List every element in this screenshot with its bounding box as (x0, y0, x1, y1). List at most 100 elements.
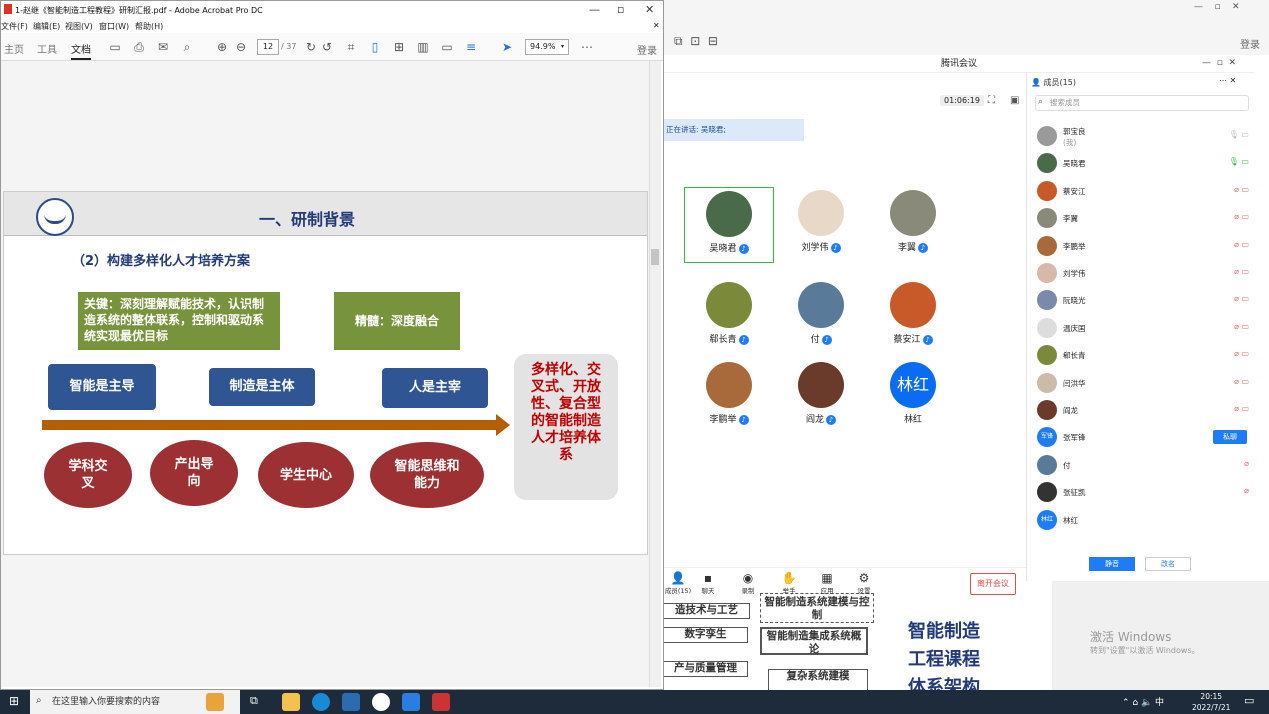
muted-mic-icon[interactable]: ⌀ ▭ (1234, 267, 1249, 276)
menu-help[interactable]: 帮助(H) (135, 21, 163, 32)
private-chat-button[interactable]: 私聊 (1213, 430, 1247, 445)
participant-tile[interactable]: 吴晓君 ♪ (684, 187, 774, 263)
two-page-icon[interactable]: ▥ (415, 39, 431, 55)
participant-tile[interactable]: 阎龙 ♪ (776, 359, 866, 435)
bg-window-controls[interactable]: — ▫ ✕ (1194, 2, 1240, 12)
record-button[interactable]: ◉ 录制 (734, 571, 762, 595)
member-row[interactable]: 付 ⌀ (1037, 454, 1253, 476)
menu-view[interactable]: 视图(V) (65, 21, 93, 32)
member-row[interactable]: 郭宝良 (我) 🎙 ▭ (1037, 125, 1253, 147)
meeting-window-controls[interactable]: — ▫ ✕ (1202, 58, 1236, 68)
member-row[interactable]: 阮晓光 ⌀ ▭ (1037, 289, 1253, 311)
meeting-app-icon[interactable] (402, 693, 420, 711)
mail-icon[interactable]: ✉ (155, 39, 171, 55)
close-doc-icon[interactable]: ✕ (653, 21, 660, 30)
member-row[interactable]: 吴晓君 🎙 ▭ (1037, 152, 1253, 174)
notification-icon[interactable]: ▭ (1244, 694, 1254, 707)
chat-button[interactable]: ▪ 聊天 (694, 571, 722, 595)
member-row[interactable]: 郗长青 ⌀ ▭ (1037, 344, 1253, 366)
participant-tile[interactable]: 蔡安江 ♪ (868, 279, 958, 355)
leave-meeting-button[interactable]: 离开会议 (970, 573, 1016, 595)
clock[interactable]: 20:15 2022/7/21 (1192, 691, 1230, 713)
more-icon[interactable]: ⋯ (579, 39, 595, 55)
maximize-button[interactable]: ▫ (617, 3, 624, 16)
page-number-input[interactable]: 12 (257, 39, 279, 55)
bg-toolbar-icons[interactable]: ⧉ ⊡ ⊟ (674, 34, 718, 49)
settings-button[interactable]: ⚙ 设置 (850, 571, 878, 595)
scrollbar-thumb[interactable] (651, 249, 659, 265)
rename-button[interactable]: 改名 (1145, 557, 1191, 571)
members-button[interactable]: 👤 成员(15) (664, 571, 692, 595)
save-icon[interactable]: ▭ (107, 39, 123, 55)
vertical-scrollbar[interactable] (649, 61, 661, 687)
acrobat-app-icon[interactable] (432, 693, 450, 711)
member-row[interactable]: 温庆国 ⌀ ▭ (1037, 317, 1253, 339)
member-search-input[interactable]: 搜索成员 (1035, 95, 1249, 111)
member-row[interactable]: 李鹏举 ⌀ ▭ (1037, 235, 1253, 257)
tab-tools[interactable]: 工具 (37, 41, 57, 56)
muted-mic-icon[interactable]: ⌀ (1244, 459, 1249, 468)
organize-icon[interactable]: ⊞ (391, 39, 407, 55)
apps-button[interactable]: ▦ 应用 (813, 571, 841, 595)
member-row[interactable]: 闫洪华 ⌀ ▭ (1037, 372, 1253, 394)
muted-mic-icon[interactable]: ⌀ ▭ (1234, 185, 1249, 194)
login-link[interactable]: 登录 (637, 42, 657, 57)
members-panel-controls[interactable]: ⋯ ✕ (1219, 76, 1236, 85)
member-row[interactable]: 李翼 ⌀ ▭ (1037, 207, 1253, 229)
muted-mic-icon[interactable]: ⌀ ▭ (1234, 377, 1249, 386)
participant-tile[interactable]: 李翼 ♪ (868, 187, 958, 263)
rotate-cw-icon[interactable]: ↻ (303, 39, 319, 55)
fullscreen-icon[interactable]: ⛶ (988, 95, 995, 106)
print-icon[interactable]: ⎙ (131, 39, 147, 55)
chrome-icon[interactable] (372, 693, 390, 711)
muted-mic-icon[interactable]: ⌀ ▭ (1234, 240, 1249, 249)
minimize-button[interactable]: — (589, 3, 600, 16)
menu-edit[interactable]: 编辑(E) (33, 21, 60, 32)
edge-icon[interactable] (312, 693, 330, 711)
bg-login-link[interactable]: 登录 (1240, 36, 1260, 51)
crop-icon[interactable]: ⌗ (343, 39, 359, 55)
weather-icon[interactable] (206, 693, 224, 711)
task-view-icon[interactable]: ⧉ (250, 694, 258, 708)
chevron-down-icon[interactable]: ▾ (561, 43, 564, 50)
pointer-icon[interactable]: ➤ (499, 39, 515, 55)
menu-window[interactable]: 窗口(W) (99, 21, 129, 32)
search-icon[interactable]: ⌕ (179, 39, 195, 55)
member-row[interactable]: 张征凯 ⌀ (1037, 481, 1253, 503)
prev-page-icon[interactable]: ⊕ (214, 39, 230, 55)
file-explorer-icon[interactable] (282, 693, 300, 711)
raise-hand-button[interactable]: ✋ 举手 (775, 571, 803, 595)
menu-file[interactable]: 文件(F) (1, 21, 28, 32)
participant-tile[interactable]: 付 ♪ (776, 279, 866, 355)
present-icon[interactable]: ▭ (439, 39, 455, 55)
app-icon[interactable] (342, 693, 360, 711)
windows-start-icon[interactable]: ⊞ (9, 694, 19, 708)
muted-mic-icon[interactable]: ⌀ ▭ (1234, 212, 1249, 221)
participant-tile[interactable]: 郗长青 ♪ (684, 279, 774, 355)
member-row[interactable]: 阎龙 ⌀ ▭ (1037, 399, 1253, 421)
system-tray[interactable]: ⌃ ⌂ 🔈 中 (1122, 695, 1164, 708)
muted-mic-icon[interactable]: ⌀ ▭ (1234, 294, 1249, 303)
member-row[interactable]: 林红 林红 (1037, 509, 1253, 531)
member-row[interactable]: 军锋 张军锋 私聊 (1037, 426, 1253, 448)
layout-icon[interactable]: ▣ (1010, 95, 1019, 106)
next-page-icon[interactable]: ⊖ (233, 39, 249, 55)
muted-mic-icon[interactable]: ⌀ ▭ (1234, 322, 1249, 331)
tab-document[interactable]: 文档 (71, 41, 91, 60)
muted-mic-icon[interactable]: ⌀ ▭ (1234, 404, 1249, 413)
participant-tile[interactable]: 刘学伟 ♪ (776, 187, 866, 263)
tab-home[interactable]: 主页 (4, 41, 24, 56)
participant-tile[interactable]: 林红 林红 (868, 359, 958, 435)
rotate-ccw-icon[interactable]: ↺ (319, 39, 335, 55)
mic-icon[interactable]: 🎙 ▭ (1229, 130, 1249, 139)
mic-icon[interactable]: 🎙 ▭ (1229, 157, 1249, 166)
ime-indicator[interactable]: 中 (1155, 698, 1164, 708)
muted-mic-icon[interactable]: ⌀ ▭ (1234, 349, 1249, 358)
muted-mic-icon[interactable]: ⌀ (1244, 486, 1249, 495)
scroll-mode-icon[interactable]: ≡ (463, 39, 479, 55)
member-row[interactable]: 蔡安江 ⌀ ▭ (1037, 180, 1253, 202)
member-row[interactable]: 刘学伟 ⌀ ▭ (1037, 262, 1253, 284)
close-button[interactable]: ✕ (645, 3, 654, 16)
mute-all-button[interactable]: 静音 (1089, 557, 1135, 571)
page-icon[interactable]: ▯ (367, 39, 383, 55)
